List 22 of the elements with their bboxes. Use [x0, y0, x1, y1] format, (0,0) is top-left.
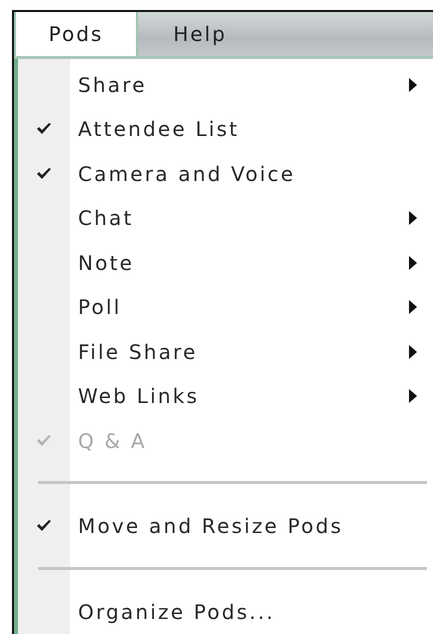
submenu-arrow-icon: [409, 300, 417, 314]
menu-item[interactable]: Attendee List: [18, 107, 427, 152]
menu-item[interactable]: Share: [18, 62, 427, 107]
submenu-arrow-icon: [409, 344, 417, 359]
checkmark-icon: [36, 123, 52, 136]
checkmark-icon: [36, 520, 52, 532]
menu-item[interactable]: Note: [18, 240, 427, 285]
checkmark-icon: [36, 434, 52, 447]
menu-tab[interactable]: Help: [138, 12, 262, 56]
menu-item[interactable]: Camera and Voice: [18, 152, 427, 196]
menu-item[interactable]: Chat: [18, 196, 427, 240]
menu-item[interactable]: Move and Resize Pods: [18, 504, 427, 548]
menu-item[interactable]: Organize Pods...: [18, 590, 427, 634]
menu-item[interactable]: Poll: [18, 285, 427, 330]
submenu-arrow-icon: [409, 78, 417, 92]
menu-item[interactable]: File Share: [18, 330, 427, 374]
menu-item[interactable]: Web Links: [18, 374, 427, 418]
checkmark-icon: [36, 168, 52, 180]
submenu-arrow-icon: [409, 211, 417, 226]
menu-tab[interactable]: Pods: [14, 12, 138, 56]
submenu-arrow-icon: [409, 389, 417, 404]
submenu-arrow-icon: [409, 256, 417, 270]
